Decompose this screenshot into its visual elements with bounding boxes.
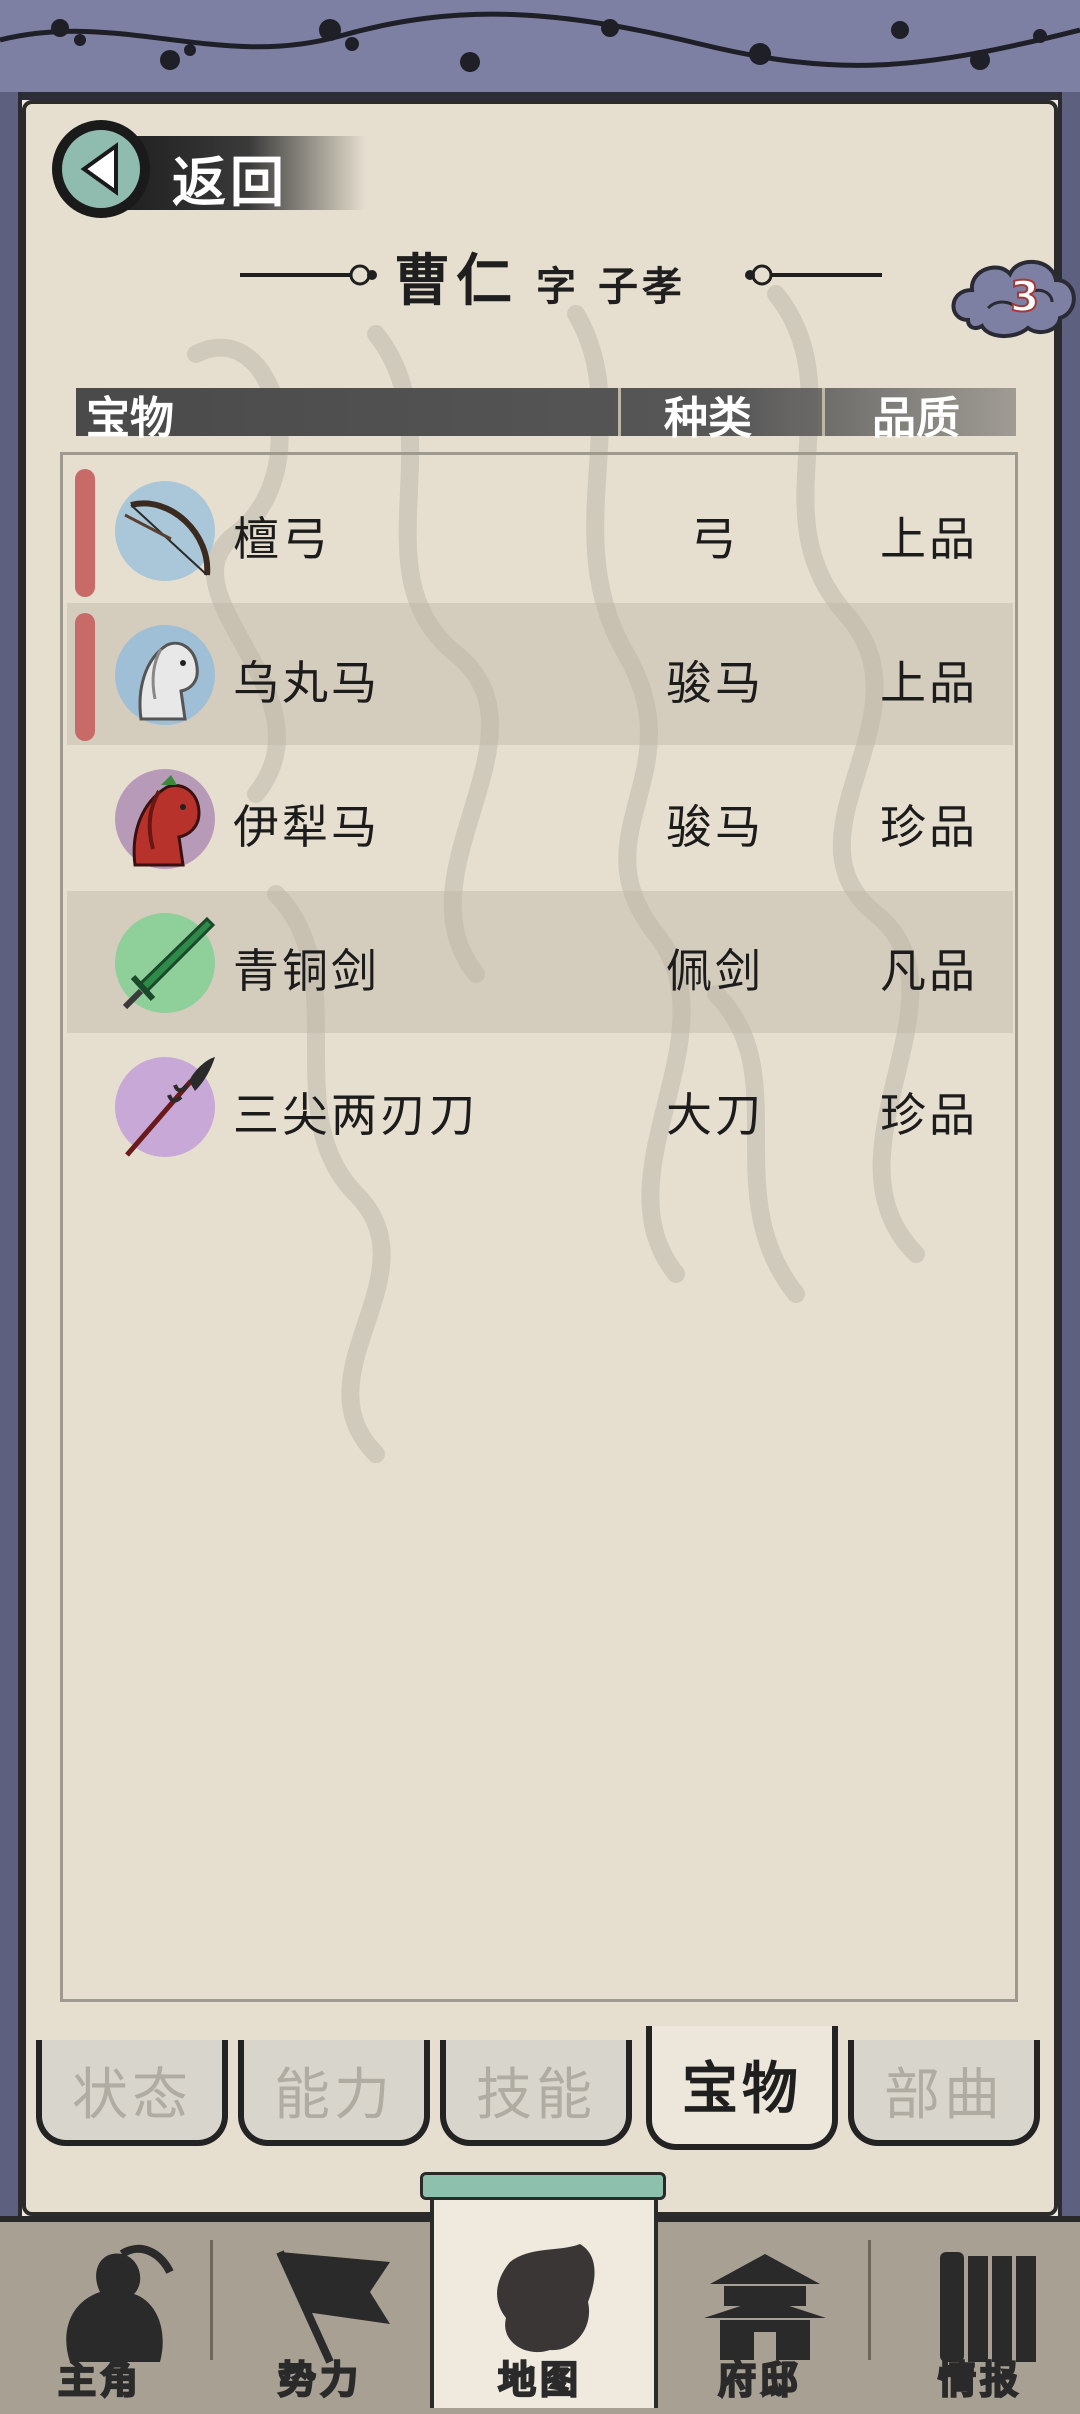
white-horse-icon [115, 625, 215, 725]
tab-label: 技能 [476, 2063, 596, 2128]
item-type: 大刀 [666, 1088, 764, 1142]
glaive-icon [115, 1057, 215, 1157]
item-type: 骏马 [666, 800, 764, 854]
item-quality: 上品 [880, 656, 978, 710]
bronze-sword-icon [115, 913, 216, 1013]
nav-item-intel[interactable]: 情报 [880, 2216, 1080, 2408]
table-header: 宝物 种类 品质 [76, 388, 1016, 444]
item-quality: 凡品 [880, 944, 978, 998]
tab-skill[interactable]: 技能 [440, 2040, 632, 2146]
tab-ability[interactable]: 能力 [238, 2040, 430, 2146]
nav-label: 地图 [497, 2357, 582, 2403]
list-item[interactable]: 檀弓 弓 上品 [67, 459, 1013, 601]
header-quality: 品质 [872, 393, 960, 444]
tab-label: 宝物 [682, 2057, 802, 2122]
nav-label: 府邸 [717, 2357, 802, 2403]
courtesy-name-prefix: 字 [536, 264, 580, 310]
treasure-list: 檀弓 弓 上品 乌丸马 骏马 上品 伊犁马 骏马 珍品 青铜剑 佩剑 凡品 三尖… [60, 452, 1018, 2002]
nav-separator [210, 2240, 213, 2360]
notification-badge[interactable]: 3 [948, 250, 1080, 346]
item-name: 三尖两刃刀 [233, 1088, 478, 1142]
red-horse-icon [115, 769, 215, 869]
item-quality: 上品 [880, 512, 978, 566]
back-arrow-circle [62, 130, 140, 208]
courtesy-name: 子孝 [598, 264, 686, 310]
left-frame [0, 92, 22, 2216]
header-divider [822, 388, 825, 436]
nav-item-map[interactable]: 地图 [440, 2216, 640, 2408]
nav-active-scroll-cap [420, 2172, 666, 2200]
equipped-marker [75, 613, 95, 741]
item-name: 青铜剑 [233, 944, 380, 998]
back-button[interactable]: 返回 [50, 118, 370, 224]
header-item: 宝物 [86, 393, 174, 444]
back-circle [52, 120, 150, 218]
nav-label: 主角 [57, 2357, 142, 2403]
floral-pattern-icon [0, 11, 1080, 72]
header-type: 种类 [664, 393, 752, 444]
item-quality: 珍品 [880, 1088, 978, 1142]
general-name: 曹仁 [394, 249, 518, 314]
tab-treasure[interactable]: 宝物 [646, 2026, 838, 2150]
item-name: 乌丸马 [233, 656, 380, 710]
right-frame [1058, 92, 1080, 2216]
tab-status[interactable]: 状态 [36, 2040, 228, 2146]
nav-item-faction[interactable]: 势力 [220, 2216, 420, 2408]
list-item[interactable]: 乌丸马 骏马 上品 [67, 603, 1013, 745]
badge-count: 3 [1009, 271, 1040, 322]
tab-label: 状态 [72, 2063, 192, 2128]
title-ornament-right-icon [745, 264, 882, 286]
chevron-left-icon [80, 142, 118, 196]
item-name: 伊犁马 [233, 800, 380, 854]
item-type: 骏马 [666, 656, 764, 710]
item-type: 佩剑 [666, 944, 764, 998]
list-item[interactable]: 三尖两刃刀 大刀 珍品 [67, 1035, 1013, 1177]
nav-separator [868, 2240, 871, 2360]
bow-icon [115, 481, 215, 581]
tab-label: 能力 [274, 2063, 394, 2128]
item-type: 弓 [690, 512, 740, 566]
equipped-marker [75, 469, 95, 597]
nav-label: 情报 [937, 2357, 1022, 2403]
tab-troops[interactable]: 部曲 [848, 2040, 1040, 2146]
tab-label: 部曲 [884, 2063, 1004, 2128]
list-item[interactable]: 伊犁马 骏马 珍品 [67, 747, 1013, 889]
header-divider [618, 388, 621, 436]
nav-label: 势力 [277, 2357, 362, 2403]
item-quality: 珍品 [880, 800, 978, 854]
item-name: 檀弓 [233, 512, 331, 566]
list-item[interactable]: 青铜剑 佩剑 凡品 [67, 891, 1013, 1033]
nav-item-protagonist[interactable]: 主角 [0, 2216, 200, 2408]
nav-item-mansion[interactable]: 府邸 [660, 2216, 860, 2408]
top-ornament-band [0, 0, 1080, 100]
back-label: 返回 [172, 151, 288, 214]
